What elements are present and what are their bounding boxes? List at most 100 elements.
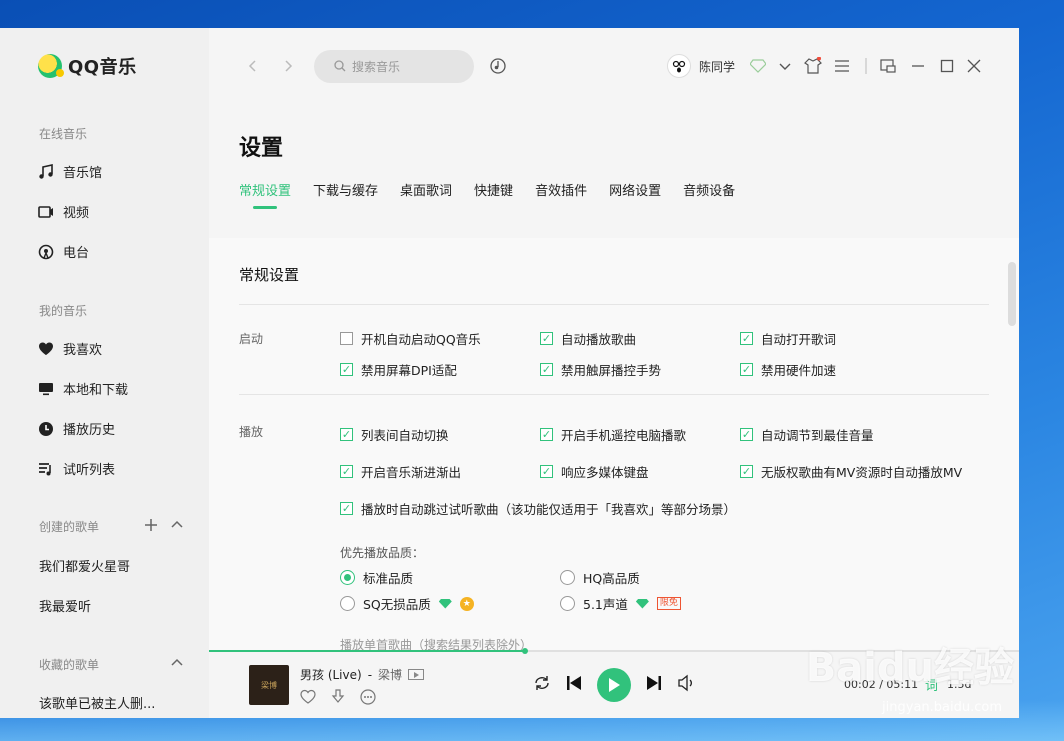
more-icon[interactable] xyxy=(360,689,376,709)
option-label: 开启手机遥控电脑播歌 xyxy=(561,428,687,443)
option-disable-hw-accel[interactable]: 禁用硬件加速 xyxy=(740,360,836,379)
mv-icon[interactable] xyxy=(408,669,425,680)
search-input[interactable] xyxy=(352,59,462,74)
option-fade[interactable]: 开启音乐渐进渐出 xyxy=(340,462,461,481)
tab-shortcuts[interactable]: 快捷键 xyxy=(474,180,513,209)
option-label: 无版权歌曲有MV资源时自动播放MV xyxy=(761,465,963,480)
option-label: 开机自动启动QQ音乐 xyxy=(361,332,481,347)
avatar[interactable] xyxy=(667,54,691,78)
sidebar-item-history[interactable]: 播放历史 xyxy=(38,419,115,438)
sidebar-item-favorites[interactable]: 我喜欢 xyxy=(38,339,102,358)
next-track-icon[interactable] xyxy=(645,674,663,696)
playlist-item[interactable]: 我们都爱火星哥 xyxy=(39,556,130,575)
collapse-chevron-up-icon[interactable] xyxy=(170,655,184,674)
settings-tabs: 常规设置 下载与缓存 桌面歌词 快捷键 音效插件 网络设置 音频设备 xyxy=(239,180,735,209)
play-button[interactable] xyxy=(597,668,631,702)
skin-shirt-icon[interactable] xyxy=(804,57,822,75)
search-box[interactable] xyxy=(314,50,474,83)
chevron-down-icon[interactable] xyxy=(776,57,794,75)
previous-track-icon[interactable] xyxy=(565,674,583,696)
mini-mode-icon[interactable] xyxy=(879,57,897,75)
section-title-online: 在线音乐 xyxy=(39,127,88,141)
option-disable-touch[interactable]: 禁用触屏播控手势 xyxy=(540,360,661,379)
option-media-keys[interactable]: 响应多媒体键盘 xyxy=(540,462,649,481)
option-label: 自动调节到最佳音量 xyxy=(761,428,874,443)
maximize-icon[interactable] xyxy=(938,57,956,75)
album-cover[interactable]: 梁博 xyxy=(249,665,289,705)
collected-playlist-item[interactable]: 该歌单已被主人删... xyxy=(39,693,155,712)
option-disable-dpi[interactable]: 禁用屏幕DPI适配 xyxy=(340,360,457,379)
checkbox[interactable] xyxy=(340,428,353,441)
add-playlist-icon[interactable] xyxy=(144,517,158,536)
tab-network[interactable]: 网络设置 xyxy=(609,180,661,209)
sidebar-item-radio[interactable]: 电台 xyxy=(38,242,89,261)
like-heart-icon[interactable] xyxy=(300,689,316,709)
radio-button[interactable] xyxy=(560,570,575,585)
quality-sq[interactable]: SQ无损品质 ★ xyxy=(340,594,474,613)
sidebar-item-video[interactable]: 视频 xyxy=(38,202,89,221)
checkbox[interactable] xyxy=(540,465,553,478)
radio-button[interactable] xyxy=(340,596,355,611)
option-skip-trial[interactable]: 播放时自动跳过试听歌曲（该功能仅适用于「我喜欢」等部分场景） xyxy=(340,499,736,518)
quality-hq[interactable]: HQ高品质 xyxy=(560,568,640,587)
play-icon xyxy=(609,678,620,692)
sidebar-item-music-hall[interactable]: 音乐馆 xyxy=(38,162,102,181)
tab-audio-plugins[interactable]: 音效插件 xyxy=(535,180,587,209)
scrollbar[interactable] xyxy=(1008,262,1016,326)
user-profile[interactable]: 陈同学 xyxy=(667,54,735,78)
option-auto-start[interactable]: 开机自动启动QQ音乐 xyxy=(340,329,481,348)
main-menu-icon[interactable] xyxy=(833,57,851,75)
checkbox[interactable] xyxy=(540,363,553,376)
collapse-chevron-up-icon[interactable] xyxy=(170,517,184,536)
option-auto-switch-list[interactable]: 列表间自动切换 xyxy=(340,425,449,444)
close-icon[interactable] xyxy=(965,57,983,75)
checkbox[interactable] xyxy=(740,428,753,441)
app-logo[interactable]: QQ音乐 xyxy=(38,53,137,79)
option-label: 自动打开歌词 xyxy=(761,332,837,347)
playlist-item[interactable]: 我最爱听 xyxy=(39,596,91,615)
radio-button[interactable] xyxy=(340,570,355,585)
checkbox[interactable] xyxy=(340,465,353,478)
monitor-icon xyxy=(38,381,54,397)
tab-general[interactable]: 常规设置 xyxy=(239,180,291,209)
checkbox[interactable] xyxy=(740,465,753,478)
music-recognition-icon[interactable] xyxy=(489,57,507,75)
vip-diamond-icon xyxy=(438,598,452,609)
back-arrow-icon[interactable] xyxy=(246,58,260,72)
radio-button[interactable] xyxy=(560,596,575,611)
play-group-label: 播放 xyxy=(239,425,264,439)
checkbox[interactable] xyxy=(740,363,753,376)
minimize-icon[interactable] xyxy=(909,57,927,75)
option-auto-play[interactable]: 自动播放歌曲 xyxy=(540,329,636,348)
loop-mode-icon[interactable] xyxy=(533,674,551,696)
option-phone-remote[interactable]: 开启手机遥控电脑播歌 xyxy=(540,425,686,444)
sidebar-item-label: 音乐馆 xyxy=(63,166,103,181)
quality-5-1[interactable]: 5.1声道 限免 xyxy=(560,594,681,613)
forward-arrow-icon[interactable] xyxy=(281,58,295,72)
checkbox[interactable] xyxy=(340,502,353,515)
vip-diamond-icon[interactable] xyxy=(749,57,767,75)
checkbox[interactable] xyxy=(540,428,553,441)
volume-icon[interactable] xyxy=(677,674,695,696)
checkbox[interactable] xyxy=(540,332,553,345)
sidebar-item-trial-list[interactable]: 试听列表 xyxy=(38,459,115,478)
download-icon[interactable] xyxy=(330,689,346,709)
tab-desktop-lyrics[interactable]: 桌面歌词 xyxy=(400,180,452,209)
tab-audio-device[interactable]: 音频设备 xyxy=(683,180,735,209)
artist-name[interactable]: 梁博 xyxy=(378,666,402,683)
checkbox[interactable] xyxy=(340,332,353,345)
tab-download-cache[interactable]: 下载与缓存 xyxy=(313,180,378,209)
song-title[interactable]: 男孩 (Live) xyxy=(300,666,362,683)
option-auto-open-lyrics[interactable]: 自动打开歌词 xyxy=(740,329,836,348)
sidebar-item-local-download[interactable]: 本地和下载 xyxy=(38,379,128,398)
option-auto-volume[interactable]: 自动调节到最佳音量 xyxy=(740,425,874,444)
option-auto-mv[interactable]: 无版权歌曲有MV资源时自动播放MV xyxy=(740,462,962,481)
checkbox[interactable] xyxy=(340,363,353,376)
album-cover-text: 梁博 xyxy=(261,680,277,690)
progress-knob[interactable] xyxy=(521,648,528,654)
checkbox[interactable] xyxy=(740,332,753,345)
heart-icon xyxy=(38,341,54,357)
quality-standard[interactable]: 标准品质 xyxy=(340,568,413,587)
username[interactable]: 陈同学 xyxy=(699,58,735,75)
option-label: 禁用触屏播控手势 xyxy=(561,363,662,378)
